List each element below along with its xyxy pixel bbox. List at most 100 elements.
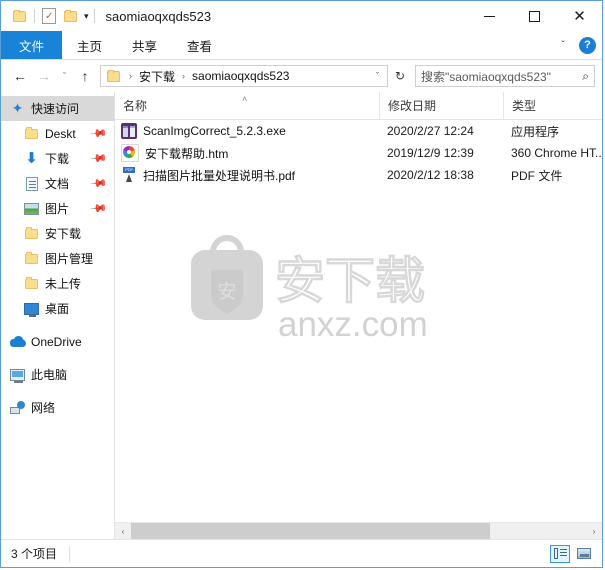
sidebar-item-picture-manage[interactable]: 图片管理 bbox=[1, 246, 114, 271]
folder-icon bbox=[12, 9, 28, 23]
scroll-right-button[interactable]: › bbox=[586, 523, 602, 539]
address-bar-row: ← → ˇ ↑ › 安下载 › saomiaoqxqds523 ˇ ↻ 搜索"s… bbox=[1, 60, 602, 92]
qat-customize-caret-icon[interactable]: ▾ bbox=[82, 11, 91, 21]
window-title: saomiaoqxqds523 bbox=[105, 8, 212, 24]
sidebar-item-label: 图片管理 bbox=[45, 252, 94, 266]
sidebar-item-label: 下载 bbox=[45, 152, 70, 166]
column-header-date[interactable]: 修改日期 bbox=[379, 92, 503, 119]
explorer-content: ✦ 快速访问 Deskt 📌 ⬇ 下载 📌 文档 📌 图片 📌 安下载 图片管理… bbox=[1, 92, 602, 539]
svg-text:安下载: 安下载 bbox=[275, 253, 425, 309]
qat-divider-2 bbox=[93, 9, 95, 23]
back-button[interactable]: ← bbox=[8, 64, 32, 88]
sidebar-item-label: 此电脑 bbox=[31, 368, 68, 382]
file-rows: ScanImgCorrect_5.2.3.exe 2020/2/27 12:24… bbox=[115, 120, 602, 522]
sidebar-item-documents[interactable]: 文档 📌 bbox=[1, 171, 114, 196]
details-view-button[interactable] bbox=[550, 544, 570, 563]
file-date-cell: 2019/12/9 12:39 bbox=[387, 146, 474, 160]
star-icon: ✦ bbox=[11, 99, 24, 116]
details-view-icon bbox=[553, 548, 567, 559]
sidebar-item-onedrive[interactable]: OneDrive bbox=[1, 329, 114, 354]
help-icon[interactable]: ? bbox=[579, 36, 596, 54]
chevron-down-icon[interactable]: ˇ bbox=[555, 40, 571, 51]
pin-icon[interactable]: 📌 bbox=[90, 199, 109, 218]
properties-icon: ✓ bbox=[42, 8, 56, 24]
search-box[interactable]: 搜索"saomiaoqxqds523" ⌕ bbox=[415, 65, 595, 87]
breadcrumb-separator-1[interactable]: › bbox=[177, 71, 190, 81]
file-name-label: ScanImgCorrect_5.2.3.exe bbox=[143, 124, 286, 138]
pin-icon[interactable]: 📌 bbox=[90, 124, 109, 143]
file-name-label: 安下载帮助.htm bbox=[145, 146, 229, 161]
tab-share[interactable]: 共享 bbox=[117, 31, 172, 59]
search-input[interactable]: 搜索"saomiaoqxqds523" bbox=[421, 68, 582, 85]
download-icon: ⬇ bbox=[25, 149, 38, 167]
this-pc-icon bbox=[9, 367, 26, 383]
sidebar-item-network[interactable]: 网络 bbox=[1, 395, 114, 420]
sidebar-item-desktop-pinned[interactable]: Deskt 📌 bbox=[1, 121, 114, 146]
pin-icon[interactable]: 📌 bbox=[90, 149, 109, 168]
address-dropdown-caret-icon[interactable]: ˇ bbox=[368, 71, 387, 81]
sidebar-item-downloads[interactable]: ⬇ 下载 📌 bbox=[1, 146, 114, 171]
refresh-button[interactable]: ↻ bbox=[389, 65, 411, 87]
minimize-button[interactable] bbox=[467, 1, 512, 31]
forward-button[interactable]: → bbox=[32, 64, 56, 88]
tab-view[interactable]: 查看 bbox=[172, 31, 227, 59]
column-header-name-label: 名称 bbox=[123, 99, 148, 113]
qat-folder-icon[interactable] bbox=[9, 5, 31, 27]
network-icon bbox=[9, 400, 26, 415]
ribbon-right-controls: ˇ ? bbox=[555, 31, 596, 59]
document-icon bbox=[23, 176, 40, 191]
qat-properties-button[interactable]: ✓ bbox=[38, 5, 60, 27]
column-header-type[interactable]: 类型 bbox=[503, 92, 602, 119]
maximize-button[interactable] bbox=[512, 1, 557, 31]
sidebar-item-label: 快速访问 bbox=[31, 102, 80, 116]
table-row[interactable]: 安下载帮助.htm 2019/12/9 12:39 360 Chrome HT.… bbox=[115, 142, 602, 164]
horizontal-scrollbar[interactable]: ‹ › bbox=[115, 522, 602, 539]
ribbon-tabs: 文件 主页 共享 查看 ˇ ? bbox=[1, 31, 602, 60]
table-row[interactable]: 扫描图片批量处理说明书.pdf 2020/2/12 18:38 PDF 文件 bbox=[115, 164, 602, 186]
scroll-left-button[interactable]: ‹ bbox=[115, 523, 131, 539]
recent-locations-caret-icon[interactable]: ˇ bbox=[56, 64, 73, 88]
qat-new-folder-button[interactable] bbox=[60, 5, 82, 27]
sidebar-item-anxiazai[interactable]: 安下载 bbox=[1, 221, 114, 246]
sidebar-item-label: 文档 bbox=[45, 177, 70, 191]
exe-file-icon bbox=[121, 123, 137, 139]
status-bar: 3 个项目 bbox=[1, 539, 602, 567]
sidebar-item-desktop[interactable]: 桌面 bbox=[1, 296, 114, 321]
folder-icon bbox=[23, 226, 40, 241]
view-toggle-group bbox=[550, 544, 594, 563]
file-list-pane: 名称 修改日期 类型 ˄ ScanImgCorrect_5.2.3.exe 20… bbox=[115, 92, 602, 539]
tab-home[interactable]: 主页 bbox=[62, 31, 117, 59]
svg-text:anxz.com: anxz.com bbox=[278, 305, 428, 344]
large-icons-view-button[interactable] bbox=[574, 545, 594, 563]
scrollbar-thumb[interactable] bbox=[131, 523, 491, 539]
file-date-cell: 2020/2/27 12:24 bbox=[387, 124, 474, 138]
sidebar-item-label: 网络 bbox=[31, 401, 56, 415]
pin-icon[interactable]: 📌 bbox=[90, 174, 109, 193]
breadcrumb-folder-icon bbox=[107, 69, 122, 83]
close-button[interactable]: ✕ bbox=[557, 1, 602, 31]
pdf-file-icon bbox=[121, 167, 137, 183]
picture-icon bbox=[23, 201, 40, 216]
address-bar[interactable]: › 安下载 › saomiaoqxqds523 ˇ bbox=[100, 65, 388, 87]
file-name-cell: ScanImgCorrect_5.2.3.exe bbox=[115, 123, 379, 139]
sidebar-item-quick-access[interactable]: ✦ 快速访问 bbox=[1, 96, 114, 121]
quick-access-toolbar: ✓ ▾ bbox=[1, 5, 98, 27]
sidebar-item-this-pc[interactable]: 此电脑 bbox=[1, 362, 114, 387]
anxz-watermark: 安 安下载 anxz.com bbox=[183, 232, 483, 344]
desktop-icon bbox=[23, 301, 40, 317]
breadcrumb-item-0[interactable]: 安下载 bbox=[137, 68, 177, 85]
sidebar-item-not-uploaded[interactable]: 未上传 bbox=[1, 271, 114, 296]
svg-text:安: 安 bbox=[217, 281, 236, 303]
table-row[interactable]: ScanImgCorrect_5.2.3.exe 2020/2/27 12:24… bbox=[115, 120, 602, 142]
folder-icon bbox=[23, 251, 40, 266]
onedrive-icon bbox=[9, 334, 26, 349]
breadcrumb: › 安下载 › saomiaoqxqds523 bbox=[101, 68, 368, 85]
up-button[interactable]: ↑ bbox=[73, 64, 97, 88]
breadcrumb-item-1[interactable]: saomiaoqxqds523 bbox=[190, 69, 291, 83]
title-bar: ✓ ▾ saomiaoqxqds523 ✕ bbox=[1, 1, 602, 31]
breadcrumb-separator-0[interactable]: › bbox=[124, 71, 137, 81]
scrollbar-track[interactable] bbox=[131, 523, 586, 539]
tab-file[interactable]: 文件 bbox=[1, 31, 63, 59]
sidebar-item-pictures[interactable]: 图片 📌 bbox=[1, 196, 114, 221]
window-controls: ✕ bbox=[467, 1, 602, 31]
